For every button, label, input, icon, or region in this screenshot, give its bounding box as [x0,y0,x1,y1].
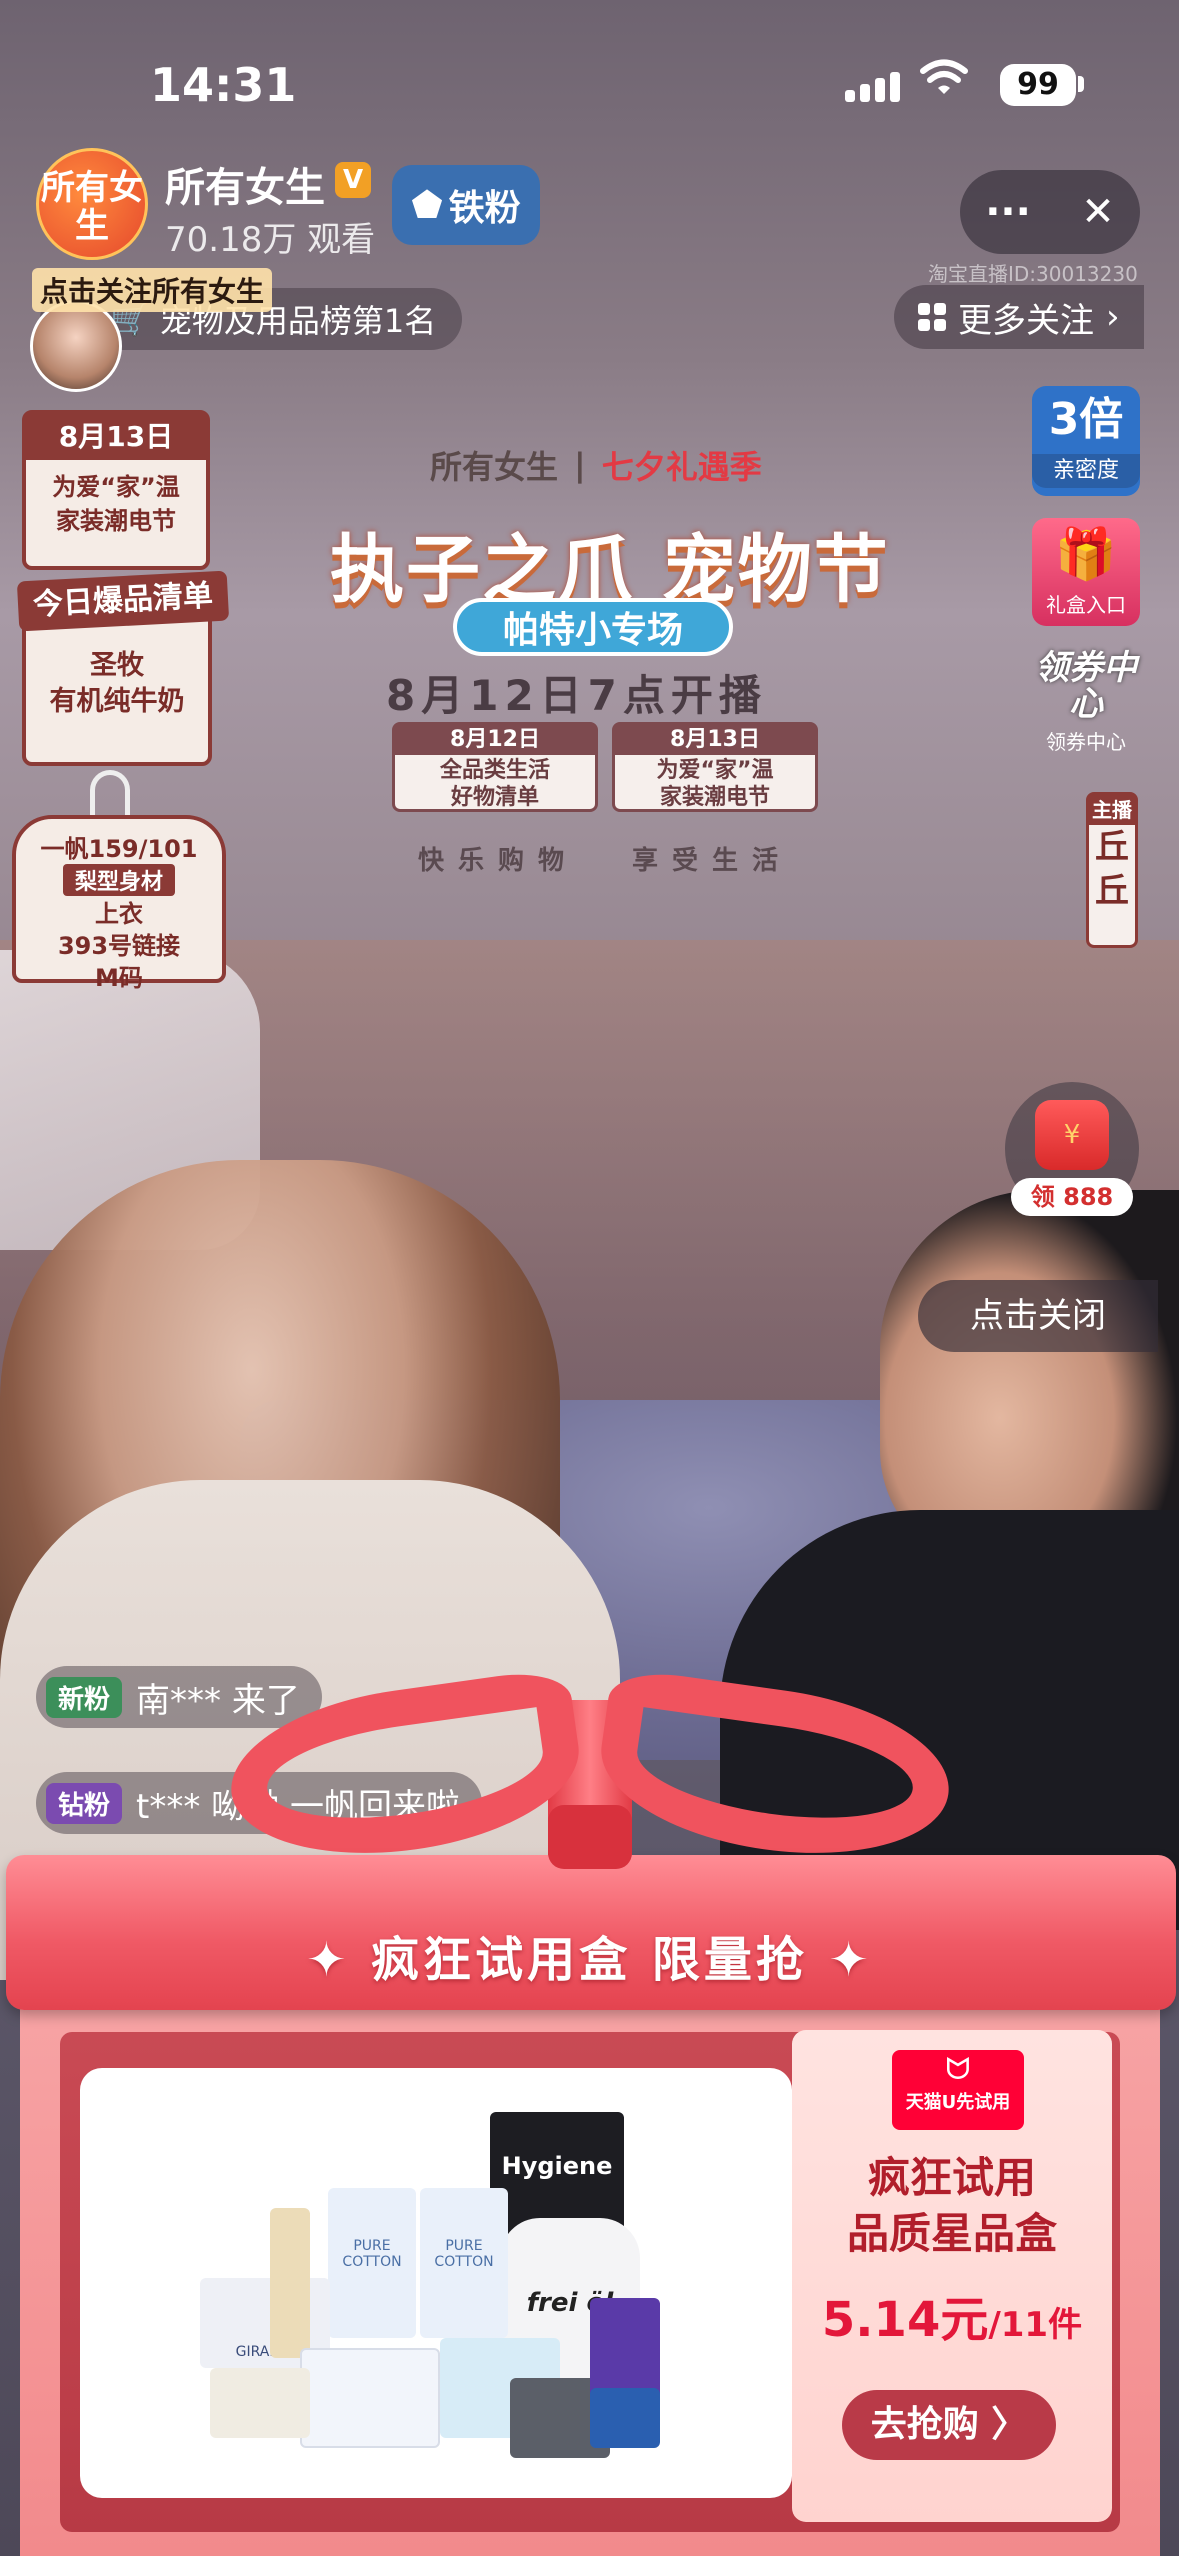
product-cotton-1: PURE COTTON [328,2188,416,2338]
top-right-controls: ··· ✕ [960,170,1140,254]
more-follow-button[interactable]: 更多关注 › [894,285,1144,349]
banner-slogan-1: 快乐购物 [418,846,579,876]
offer-headline-2: 品质星品盒 [846,2209,1057,2258]
comment-text: 南*** 来了 [136,1680,300,1721]
date-card-line2: 家装潮电节 [56,507,176,535]
banner-campaign: 七夕礼遇季 [601,448,762,486]
tmall-cat-icon: ᗢ [945,2052,971,2087]
outfit-line2: 上衣 [95,900,143,928]
bow-knot [548,1805,632,1869]
host-mini-avatar[interactable] [30,300,122,392]
product-tube [270,2208,310,2358]
gift-box-label: 礼盒入口 [1046,593,1126,617]
shield-icon: ⬟ [411,184,443,226]
coupon-center-label: 领券中心 [1046,730,1126,754]
date-card-line1: 为爱“家”温 [52,473,180,501]
host-tag-label: 主播 [1089,795,1135,825]
outfit-tag: 梨型身材 [62,864,175,896]
status-time: 14:31 [150,58,297,112]
comment-item: 新粉 南*** 来了 [36,1666,322,1728]
intimacy-label: 亲密度 [1032,454,1140,488]
fan-level-badge[interactable]: ⬟ 铁粉 [392,165,540,245]
schedule-card-1-line1: 全品类生活 [439,758,550,783]
schedule-card-2: 8月13日 为爱“家”温 家装潮电节 [612,722,818,812]
close-icon[interactable]: ✕ [1081,189,1115,235]
offer-headline: 疯狂试用 品质星品盒 [792,2150,1112,2262]
banner-subtitle: 帕特小专场 [453,598,733,656]
follow-tip[interactable]: 点击关注所有女生 [32,268,273,312]
outfit-line4: M码 [95,964,143,992]
schedule-card-1: 8月12日 全品类生活 好物清单 [392,722,598,812]
schedule-card-1-line2: 好物清单 [450,785,539,810]
tmall-trial-label: 天猫U先试用 [905,2092,1011,2113]
product-sample-box [300,2348,440,2448]
host-name[interactable]: 所有女生 [165,155,325,213]
close-tip-button[interactable]: 点击关闭 [918,1280,1158,1352]
fan-level-label: 铁粉 [448,188,521,229]
red-packet-label: 领 888 [1011,1178,1133,1216]
coupon-center-entry[interactable]: 领券中心 领券中心 [1032,650,1140,758]
comment-tag: 钻粉 [46,1782,123,1824]
comment-tag: 新粉 [46,1676,123,1718]
product-tissue [210,2368,310,2438]
chevron-right-icon: › [1106,297,1120,337]
date-promo-card[interactable]: 8月13日 为爱“家”温 家装潮电节 [22,410,210,570]
grid-icon [918,303,946,331]
grab-button[interactable]: 去抢购 〉 [842,2390,1056,2460]
schedule-card-2-line1: 为爱“家”温 [656,758,774,783]
schedule-card-1-date: 8月12日 [395,725,595,755]
offer-panel[interactable]: ᗢ 天猫U先试用 疯狂试用 品质星品盒 5.14元/11件 去抢购 〉 [792,2030,1112,2522]
schedule-card-2-line2: 家装潮电节 [659,785,770,810]
product-blue-pack [590,2388,660,2448]
intimacy-value: 3倍 [1048,394,1124,445]
offer-price-value: 5.14元 [821,2292,989,2348]
hanger-icon [90,770,130,820]
battery-tip [1078,76,1084,92]
outfit-info-card[interactable]: 一帆159/101 梨型身材 上衣 393号链接 M码 [12,815,226,992]
outfit-size: 一帆159/101 [40,835,198,863]
host-tag-name: 丘丘 [1095,827,1129,911]
hot-products-card[interactable]: 今日爆品清单 圣牧 有机纯牛奶 [16,570,230,766]
battery-indicator: 99 [1000,64,1076,106]
room-id: 淘宝直播ID:30013230 [928,262,1138,286]
banner-brand-row: 所有女生 | 七夕礼遇季 [430,442,762,488]
host-tag[interactable]: 主播 丘丘 [1086,792,1138,948]
red-packet-button[interactable]: ¥ 领 888 [1005,1082,1139,1216]
schedule-card-2-date: 8月13日 [615,725,815,755]
hot-card-line1: 圣牧 [90,650,144,681]
banner-slogan-2: 享受生活 [632,846,793,876]
host-avatar[interactable]: 所有女生 [36,148,148,260]
outfit-line3: 393号链接 [57,932,181,960]
banner-date: 8月12日7点开播 [386,671,767,720]
wifi-icon [920,58,968,109]
offer-headline-1: 疯狂试用 [867,2153,1036,2202]
banner-brand: 所有女生 [430,448,559,486]
intimacy-widget[interactable]: 3倍 亲密度 [1032,386,1140,496]
viewer-count: 70.18万 观看 [165,220,376,260]
gift-box-entry[interactable]: 🎁 礼盒入口 [1032,518,1140,626]
tmall-trial-tag: ᗢ 天猫U先试用 [892,2050,1024,2130]
red-envelope-icon: ¥ [1035,1100,1109,1170]
cellular-signal-icon [845,68,903,102]
offer-price: 5.14元/11件 [792,2280,1112,2350]
hot-card-line2: 有机纯牛奶 [49,686,185,717]
more-options-icon[interactable]: ··· [985,189,1031,235]
offer-item-count: /11件 [988,2305,1083,2345]
gift-icon: 🎁 [1054,525,1118,583]
trial-box-title: ✦ 疯狂试用盒 限量抢 ✦ [306,1932,873,1988]
product-cotton-2: PURE COTTON [420,2188,508,2338]
more-follow-label: 更多关注 [958,300,1094,341]
date-card-date: 8月13日 [26,414,206,460]
product-image-card[interactable]: Hygiene frei öl PURE COTTON PURE COTTON … [80,2068,792,2498]
coupon-icon: 领券中心 [1035,648,1137,724]
verified-icon: V [335,162,371,198]
